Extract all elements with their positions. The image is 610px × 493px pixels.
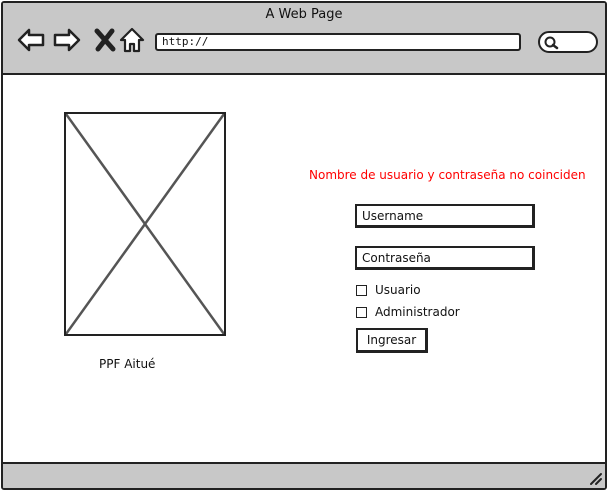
checkbox-label: Administrador [375, 305, 460, 319]
error-message: Nombre de usuario y contraseña no coinci… [309, 168, 586, 182]
browser-window: A Web Page http:// PPF Aitué Nombre de u… [1, 1, 607, 490]
image-placeholder-icon [66, 114, 224, 334]
search-icon [544, 36, 559, 50]
checkbox-administrador[interactable]: Administrador [356, 304, 460, 320]
image-caption: PPF Aitué [99, 357, 156, 371]
close-icon[interactable] [90, 25, 120, 55]
checkbox-usuario[interactable]: Usuario [356, 282, 421, 298]
browser-titlebar: A Web Page http:// [3, 3, 605, 75]
password-input[interactable] [355, 246, 535, 270]
checkbox-box[interactable] [356, 284, 367, 296]
back-arrow-icon[interactable] [16, 25, 46, 55]
home-icon[interactable] [117, 25, 147, 55]
address-bar[interactable]: http:// [155, 33, 521, 51]
search-box[interactable] [538, 31, 598, 53]
submit-button[interactable]: Ingresar [356, 328, 428, 353]
image-placeholder [64, 112, 226, 336]
forward-arrow-icon[interactable] [52, 25, 82, 55]
username-input[interactable] [355, 204, 535, 228]
resize-grip-icon[interactable] [587, 470, 603, 486]
window-title: A Web Page [265, 7, 343, 22]
checkbox-label: Usuario [375, 283, 421, 297]
checkbox-box[interactable] [356, 306, 367, 318]
status-bar [3, 462, 605, 488]
page-content: PPF Aitué Nombre de usuario y contraseña… [3, 75, 605, 462]
